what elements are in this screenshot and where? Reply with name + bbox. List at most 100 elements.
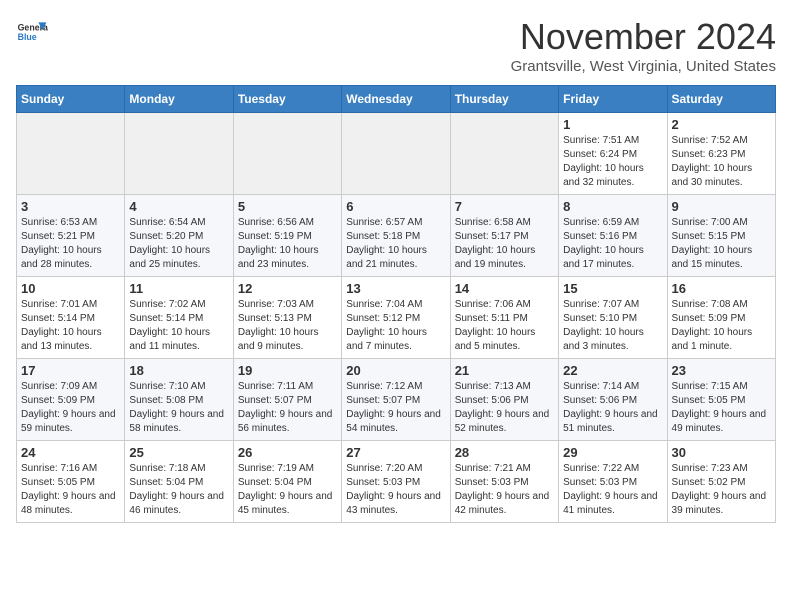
day-info: Sunrise: 7:15 AM Sunset: 5:05 PM Dayligh… xyxy=(672,380,771,436)
calendar-cell: 20Sunrise: 7:12 AM Sunset: 5:07 PM Dayli… xyxy=(342,359,450,441)
day-number: 21 xyxy=(455,363,554,378)
day-info: Sunrise: 7:06 AM Sunset: 5:11 PM Dayligh… xyxy=(455,298,554,354)
day-info: Sunrise: 7:13 AM Sunset: 5:06 PM Dayligh… xyxy=(455,380,554,436)
day-info: Sunrise: 7:19 AM Sunset: 5:04 PM Dayligh… xyxy=(238,462,337,518)
day-number: 12 xyxy=(238,281,337,296)
day-info: Sunrise: 7:01 AM Sunset: 5:14 PM Dayligh… xyxy=(21,298,120,354)
calendar-cell xyxy=(342,113,450,195)
calendar-cell: 30 Sunrise: 7:23 AM Sunset: 5:02 PM Dayli… xyxy=(667,441,775,523)
day-number: 6 xyxy=(346,199,445,214)
location-title: Grantsville, West Virginia, United State… xyxy=(511,58,776,75)
calendar-cell: 19 Sunrise: 7:11 AM Sunset: 5:07 PM Dayli… xyxy=(233,359,341,441)
day-info: Sunrise: 7:20 AM Sunset: 5:03 PM Dayligh… xyxy=(346,462,445,518)
day-info: Sunrise: 7:22 AM Sunset: 5:03 PM Dayligh… xyxy=(563,462,662,518)
calendar-cell: 18Sunrise: 7:10 AM Sunset: 5:08 PM Dayli… xyxy=(125,359,233,441)
day-number: 29 xyxy=(563,445,662,460)
day-info: Sunrise: 6:57 AM Sunset: 5:18 PM Dayligh… xyxy=(346,216,445,272)
calendar-cell: 26 Sunrise: 7:19 AM Sunset: 5:04 PM Dayli… xyxy=(233,441,341,523)
page-header: General Blue November 2024 Grantsville, … xyxy=(16,16,776,75)
calendar-cell: 25 Sunrise: 7:18 AM Sunset: 5:04 PM Dayli… xyxy=(125,441,233,523)
day-number: 28 xyxy=(455,445,554,460)
calendar-week-row: 1 Sunrise: 7:51 AM Sunset: 6:24 PM Daylig… xyxy=(17,113,776,195)
calendar-cell: 6 Sunrise: 6:57 AM Sunset: 5:18 PM Daylig… xyxy=(342,195,450,277)
day-number: 20 xyxy=(346,363,445,378)
calendar-table: SundayMondayTuesdayWednesdayThursdayFrid… xyxy=(16,85,776,523)
calendar-cell: 8 Sunrise: 6:59 AM Sunset: 5:16 PM Daylig… xyxy=(559,195,667,277)
day-info: Sunrise: 7:00 AM Sunset: 5:15 PM Dayligh… xyxy=(672,216,771,272)
day-number: 1 xyxy=(563,117,662,132)
day-info: Sunrise: 7:18 AM Sunset: 5:04 PM Dayligh… xyxy=(129,462,228,518)
day-number: 3 xyxy=(21,199,120,214)
day-number: 7 xyxy=(455,199,554,214)
weekday-header-row: SundayMondayTuesdayWednesdayThursdayFrid… xyxy=(17,86,776,113)
day-info: Sunrise: 7:23 AM Sunset: 5:02 PM Dayligh… xyxy=(672,462,771,518)
calendar-cell: 10 Sunrise: 7:01 AM Sunset: 5:14 PM Dayli… xyxy=(17,277,125,359)
day-number: 27 xyxy=(346,445,445,460)
day-info: Sunrise: 6:53 AM Sunset: 5:21 PM Dayligh… xyxy=(21,216,120,272)
day-info: Sunrise: 7:03 AM Sunset: 5:13 PM Dayligh… xyxy=(238,298,337,354)
day-number: 24 xyxy=(21,445,120,460)
weekday-header: Thursday xyxy=(450,86,558,113)
calendar-week-row: 10 Sunrise: 7:01 AM Sunset: 5:14 PM Dayli… xyxy=(17,277,776,359)
day-number: 10 xyxy=(21,281,120,296)
calendar-cell: 22 Sunrise: 7:14 AM Sunset: 5:06 PM Dayli… xyxy=(559,359,667,441)
day-number: 26 xyxy=(238,445,337,460)
day-number: 18 xyxy=(129,363,228,378)
day-number: 22 xyxy=(563,363,662,378)
calendar-cell xyxy=(450,113,558,195)
weekday-header: Tuesday xyxy=(233,86,341,113)
calendar-cell: 1 Sunrise: 7:51 AM Sunset: 6:24 PM Daylig… xyxy=(559,113,667,195)
day-number: 2 xyxy=(672,117,771,132)
logo-icon: General Blue xyxy=(16,16,48,48)
day-number: 19 xyxy=(238,363,337,378)
day-info: Sunrise: 7:52 AM Sunset: 6:23 PM Dayligh… xyxy=(672,134,771,190)
calendar-cell: 4Sunrise: 6:54 AM Sunset: 5:20 PM Daylig… xyxy=(125,195,233,277)
month-title: November 2024 xyxy=(511,16,776,58)
day-info: Sunrise: 6:59 AM Sunset: 5:16 PM Dayligh… xyxy=(563,216,662,272)
calendar-cell: 7 Sunrise: 6:58 AM Sunset: 5:17 PM Daylig… xyxy=(450,195,558,277)
logo: General Blue xyxy=(16,16,48,48)
day-number: 13 xyxy=(346,281,445,296)
calendar-cell: 24 Sunrise: 7:16 AM Sunset: 5:05 PM Dayli… xyxy=(17,441,125,523)
day-number: 14 xyxy=(455,281,554,296)
calendar-cell: 13 Sunrise: 7:04 AM Sunset: 5:12 PM Dayli… xyxy=(342,277,450,359)
calendar-cell: 21 Sunrise: 7:13 AM Sunset: 5:06 PM Dayli… xyxy=(450,359,558,441)
day-info: Sunrise: 6:58 AM Sunset: 5:17 PM Dayligh… xyxy=(455,216,554,272)
day-info: Sunrise: 6:56 AM Sunset: 5:19 PM Dayligh… xyxy=(238,216,337,272)
day-number: 30 xyxy=(672,445,771,460)
day-info: Sunrise: 7:07 AM Sunset: 5:10 PM Dayligh… xyxy=(563,298,662,354)
day-info: Sunrise: 7:51 AM Sunset: 6:24 PM Dayligh… xyxy=(563,134,662,190)
calendar-cell xyxy=(125,113,233,195)
day-info: Sunrise: 7:08 AM Sunset: 5:09 PM Dayligh… xyxy=(672,298,771,354)
day-number: 23 xyxy=(672,363,771,378)
calendar-cell xyxy=(17,113,125,195)
day-number: 16 xyxy=(672,281,771,296)
weekday-header: Saturday xyxy=(667,86,775,113)
svg-text:Blue: Blue xyxy=(18,32,37,42)
calendar-cell: 23 Sunrise: 7:15 AM Sunset: 5:05 PM Dayli… xyxy=(667,359,775,441)
calendar-cell: 3 Sunrise: 6:53 AM Sunset: 5:21 PM Daylig… xyxy=(17,195,125,277)
calendar-cell: 2 Sunrise: 7:52 AM Sunset: 6:23 PM Daylig… xyxy=(667,113,775,195)
day-number: 25 xyxy=(129,445,228,460)
day-info: Sunrise: 7:04 AM Sunset: 5:12 PM Dayligh… xyxy=(346,298,445,354)
day-number: 8 xyxy=(563,199,662,214)
calendar-cell: 14 Sunrise: 7:06 AM Sunset: 5:11 PM Dayli… xyxy=(450,277,558,359)
day-number: 15 xyxy=(563,281,662,296)
calendar-cell: 17Sunrise: 7:09 AM Sunset: 5:09 PM Dayli… xyxy=(17,359,125,441)
weekday-header: Wednesday xyxy=(342,86,450,113)
calendar-cell: 27 Sunrise: 7:20 AM Sunset: 5:03 PM Dayli… xyxy=(342,441,450,523)
day-info: Sunrise: 7:16 AM Sunset: 5:05 PM Dayligh… xyxy=(21,462,120,518)
weekday-header: Friday xyxy=(559,86,667,113)
day-info: Sunrise: 7:11 AM Sunset: 5:07 PM Dayligh… xyxy=(238,380,337,436)
calendar-cell: 15 Sunrise: 7:07 AM Sunset: 5:10 PM Dayli… xyxy=(559,277,667,359)
calendar-week-row: 24 Sunrise: 7:16 AM Sunset: 5:05 PM Dayli… xyxy=(17,441,776,523)
calendar-cell: 11Sunrise: 7:02 AM Sunset: 5:14 PM Dayli… xyxy=(125,277,233,359)
calendar-cell: 9Sunrise: 7:00 AM Sunset: 5:15 PM Daylig… xyxy=(667,195,775,277)
weekday-header: Sunday xyxy=(17,86,125,113)
calendar-cell: 5Sunrise: 6:56 AM Sunset: 5:19 PM Daylig… xyxy=(233,195,341,277)
day-number: 4 xyxy=(129,199,228,214)
calendar-cell: 28Sunrise: 7:21 AM Sunset: 5:03 PM Dayli… xyxy=(450,441,558,523)
day-info: Sunrise: 7:14 AM Sunset: 5:06 PM Dayligh… xyxy=(563,380,662,436)
day-info: Sunrise: 7:02 AM Sunset: 5:14 PM Dayligh… xyxy=(129,298,228,354)
calendar-cell: 16 Sunrise: 7:08 AM Sunset: 5:09 PM Dayli… xyxy=(667,277,775,359)
